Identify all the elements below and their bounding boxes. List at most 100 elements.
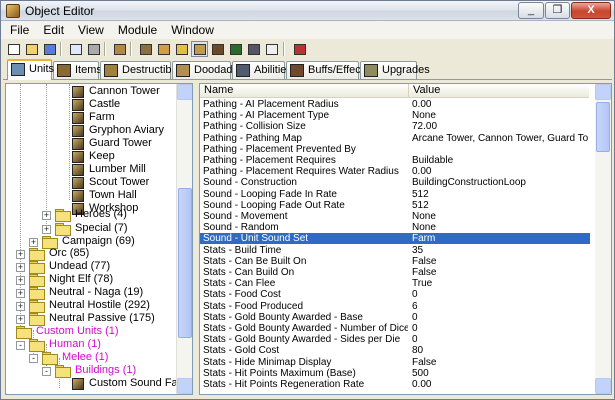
property-value[interactable]: Buildable xyxy=(412,155,588,166)
table-row[interactable]: Stats - Hit Points Regeneration Rate 0.00 xyxy=(200,379,590,390)
maximize-button[interactable]: ❐ xyxy=(545,2,570,19)
tab-destructibles[interactable]: Destructibles xyxy=(100,61,186,79)
expand-icon[interactable]: + xyxy=(16,250,25,259)
expand-icon[interactable]: + xyxy=(16,302,25,311)
tab-abilities[interactable]: Abilities xyxy=(232,61,292,79)
menu-edit[interactable]: Edit xyxy=(36,21,71,39)
property-value[interactable]: 0 xyxy=(412,289,588,300)
property-value[interactable]: None xyxy=(412,110,588,121)
table-row[interactable]: Stats - Can Build On False xyxy=(200,267,590,278)
expand-icon[interactable]: + xyxy=(42,211,51,220)
open-folder-icon[interactable] xyxy=(23,41,40,57)
table-row[interactable]: Stats - Hit Points Maximum (Base) 500 xyxy=(200,368,590,379)
table-row[interactable]: Pathing - Pathing Map Arcane Tower, Canno… xyxy=(200,133,590,144)
ai-editor-icon[interactable] xyxy=(227,41,244,57)
minimize-button[interactable]: _ xyxy=(518,2,544,19)
property-value[interactable]: 0.00 xyxy=(412,379,588,390)
expand-icon[interactable]: + xyxy=(29,238,38,247)
tab-items[interactable]: Items xyxy=(53,61,102,79)
close-button[interactable]: X xyxy=(571,2,611,19)
tree-item-heroes[interactable]: + Heroes (4) xyxy=(42,208,192,222)
test-map-icon[interactable] xyxy=(291,41,308,57)
tab-doodads[interactable]: Doodads xyxy=(172,61,238,79)
table-row[interactable]: Stats - Food Cost 0 xyxy=(200,289,590,300)
table-row[interactable]: Sound - Random None xyxy=(200,222,590,233)
table-row[interactable]: Pathing - Placement Requires Buildable xyxy=(200,155,590,166)
import-manager-icon[interactable] xyxy=(263,41,280,57)
table-row[interactable]: Stats - Gold Cost 80 xyxy=(200,345,590,356)
table-row[interactable]: Pathing - AI Placement Radius 0.00 xyxy=(200,99,590,110)
object-manager-icon[interactable] xyxy=(245,41,262,57)
scroll-down-icon[interactable] xyxy=(177,378,192,394)
new-file-icon[interactable] xyxy=(5,41,22,57)
menu-file[interactable]: File xyxy=(1,21,36,39)
table-row[interactable]: Stats - Can Be Built On False xyxy=(200,256,590,267)
table-row[interactable]: Sound - Unit Sound Set Farm xyxy=(200,233,590,245)
expand-icon[interactable]: + xyxy=(16,276,25,285)
table-row[interactable]: Sound - Looping Fade Out Rate 512 xyxy=(200,200,590,211)
property-value[interactable]: False xyxy=(412,256,588,267)
paste-icon[interactable] xyxy=(85,41,102,57)
property-value[interactable]: 0 xyxy=(412,334,588,345)
property-value[interactable]: Farm xyxy=(412,233,588,244)
collapse-icon[interactable]: - xyxy=(16,341,25,350)
tab-upgrades[interactable]: Upgrades xyxy=(360,61,430,79)
properties-table[interactable]: Name Value Pathing - AI Placement Radius… xyxy=(199,83,612,395)
table-row[interactable]: Sound - Looping Fade In Rate 512 xyxy=(200,189,590,200)
property-value[interactable]: 0 xyxy=(412,323,588,334)
property-value[interactable]: 80 xyxy=(412,345,588,356)
tab-buffs-effects[interactable]: Buffs/Effects xyxy=(286,61,369,79)
menu-window[interactable]: Window xyxy=(164,21,221,39)
object-editor-icon[interactable] xyxy=(111,41,128,57)
property-value[interactable]: True xyxy=(412,278,588,289)
menu-view[interactable]: View xyxy=(71,21,111,39)
scroll-down-icon[interactable] xyxy=(595,378,611,394)
scroll-up-icon[interactable] xyxy=(595,84,611,100)
menu-module[interactable]: Module xyxy=(111,21,164,39)
table-row[interactable]: Stats - Food Produced 6 xyxy=(200,301,590,312)
table-row[interactable]: Stats - Gold Bounty Awarded - Base 0 xyxy=(200,312,590,323)
property-value[interactable]: 35 xyxy=(412,245,588,256)
collapse-icon[interactable]: - xyxy=(42,367,51,376)
campaign-editor-icon[interactable] xyxy=(209,41,226,57)
object-editor-active-icon[interactable] xyxy=(191,41,208,57)
trigger-editor-icon[interactable] xyxy=(155,41,172,57)
table-row[interactable]: Pathing - Placement Requires Water Radiu… xyxy=(200,166,590,177)
property-value[interactable]: False xyxy=(412,357,588,368)
table-row[interactable]: Stats - Hide Minimap Display False xyxy=(200,357,590,368)
property-value[interactable]: 0 xyxy=(412,312,588,323)
property-value[interactable]: 0.00 xyxy=(412,166,588,177)
tree-scrollbar[interactable] xyxy=(176,84,192,394)
property-value[interactable]: 72.00 xyxy=(412,121,588,132)
expand-icon[interactable]: + xyxy=(16,315,25,324)
table-row[interactable]: Stats - Gold Bounty Awarded - Sides per … xyxy=(200,334,590,345)
copy-icon[interactable] xyxy=(67,41,84,57)
table-row[interactable]: Sound - Construction BuildingConstruction… xyxy=(200,177,590,188)
scroll-thumb[interactable] xyxy=(596,102,610,152)
expand-icon[interactable]: + xyxy=(16,263,25,272)
properties-scrollbar[interactable] xyxy=(595,84,611,394)
table-row[interactable]: Pathing - Placement Prevented By xyxy=(200,144,590,155)
terrain-editor-icon[interactable] xyxy=(137,41,154,57)
sound-editor-icon[interactable] xyxy=(173,41,190,57)
property-value[interactable]: BuildingConstructionLoop xyxy=(412,177,588,188)
table-row[interactable]: Sound - Movement None xyxy=(200,211,590,222)
property-value[interactable]: False xyxy=(412,267,588,278)
property-value[interactable]: 500 xyxy=(412,368,588,379)
save-icon[interactable] xyxy=(41,41,58,57)
tab-units[interactable]: Units xyxy=(7,59,54,80)
table-row[interactable]: Stats - Gold Bounty Awarded - Number of … xyxy=(200,323,590,334)
property-value[interactable]: 512 xyxy=(412,200,588,211)
unit-tree[interactable]: Cannon Tower Castle Farm Gryphon Aviary … xyxy=(5,83,193,395)
scroll-thumb[interactable] xyxy=(178,188,192,338)
collapse-icon[interactable]: - xyxy=(29,354,38,363)
table-row[interactable]: Stats - Can Flee True xyxy=(200,278,590,289)
column-header-name[interactable]: Name xyxy=(200,84,409,98)
property-value[interactable]: None xyxy=(412,211,588,222)
property-value[interactable]: Arcane Tower, Cannon Tower, Guard Tower,… xyxy=(412,133,588,144)
table-row[interactable]: Pathing - AI Placement Type None xyxy=(200,110,590,121)
column-header-value[interactable]: Value xyxy=(409,84,589,98)
table-row[interactable]: Stats - Build Time 35 xyxy=(200,245,590,256)
property-value[interactable]: 6 xyxy=(412,301,588,312)
property-value[interactable]: 512 xyxy=(412,189,588,200)
